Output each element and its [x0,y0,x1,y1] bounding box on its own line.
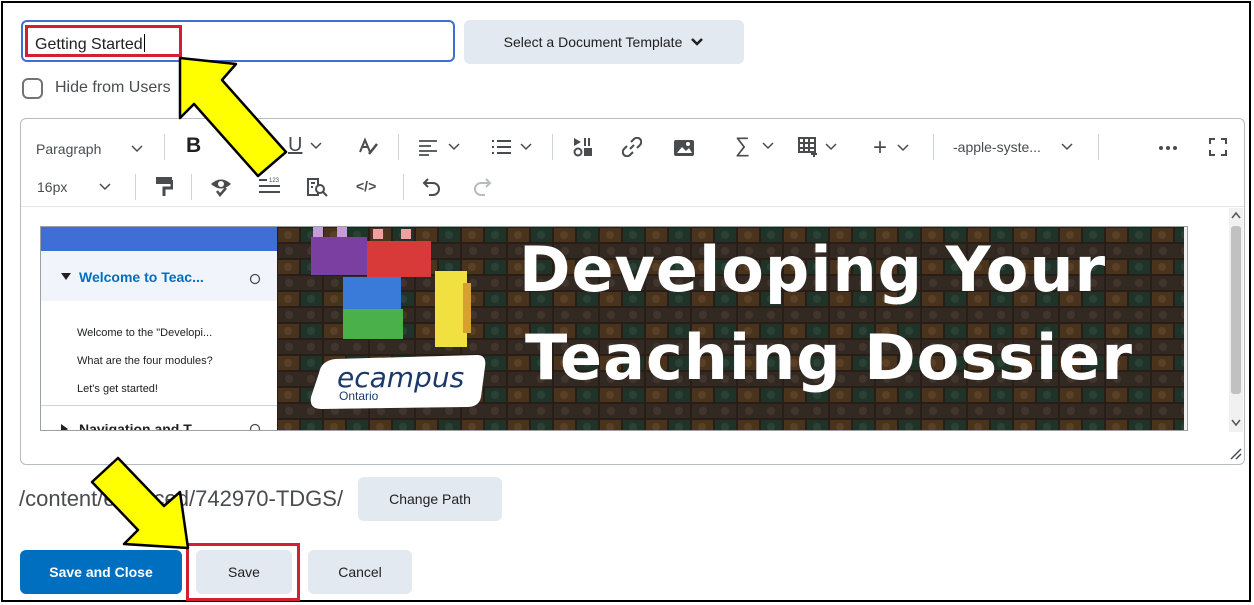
svg-text:123: 123 [269,178,280,184]
nav-item: What are the four modules? [77,355,213,367]
accessibility-checker-icon[interactable] [210,177,232,197]
align-dropdown[interactable] [418,138,460,156]
scroll-down-icon[interactable] [1229,416,1243,430]
chevron-down-icon [310,141,322,149]
nav-top-bar [41,227,277,251]
undo-icon[interactable] [422,176,442,196]
image-icon[interactable] [673,139,695,157]
content-inner-scrollbar-thumb[interactable] [1187,245,1188,277]
more-options-icon[interactable] [1158,145,1178,151]
nav-item: Let's get started! [77,383,158,395]
content-path: /content/enforced/742970-TDGS/ [19,486,343,512]
toolbar-separator [398,134,399,160]
banner-title-line2: Teaching Dossier [525,321,1133,394]
source-code-button[interactable]: </> [356,178,376,194]
format-painter-icon[interactable] [155,176,173,198]
insert-stuff-icon[interactable] [572,136,594,158]
course-banner: ecampus Ontario Developing Your Teaching… [277,227,1187,430]
toolbar-separator [135,174,136,200]
font-size-dropdown[interactable]: 16px [37,177,111,197]
title-highlight-box [25,25,182,57]
scroll-up-icon[interactable] [1186,229,1188,241]
caret-right-icon [61,424,68,430]
chevron-down-icon [520,143,532,151]
insert-dropdown[interactable]: + [873,134,909,162]
select-template-button[interactable]: Select a Document Template [464,20,744,64]
toolbar-separator [1098,134,1099,160]
underline-button[interactable]: U [288,134,322,157]
select-template-label: Select a Document Template [503,34,683,50]
hide-from-users-label: Hide from Users [55,79,171,96]
toolbar-separator [191,174,192,200]
cancel-button[interactable]: Cancel [308,550,412,594]
editor-content-image: Welcome to Teac... Welcome to the "Devel… [40,226,1188,431]
chevron-down-icon [131,145,143,153]
change-path-button[interactable]: Change Path [358,477,502,521]
redo-icon[interactable] [472,176,492,196]
word-count-icon[interactable]: 123 [258,176,282,196]
chevron-down-icon [691,38,704,46]
equation-dropdown[interactable]: ∑ [735,134,774,158]
font-family-dropdown[interactable]: -apple-syste... [953,139,1073,155]
chevron-down-icon [897,144,909,152]
banner-title-line1: Developing Your [519,233,1107,306]
chevron-down-icon [825,143,837,151]
chevron-down-icon [762,142,774,150]
toolbar-separator [552,134,553,160]
scroll-up-icon[interactable] [1229,208,1243,222]
editor-scrollbar[interactable] [1229,208,1243,432]
content-path-text: /content/enforced/742970-TDGS/ [19,486,344,511]
progress-circle-icon [249,423,261,430]
save-and-close-button[interactable]: Save and Close [20,550,182,594]
text-color-icon[interactable] [357,136,379,158]
content-inner-scrollbar[interactable] [1184,227,1188,430]
save-highlight-box [186,543,300,601]
nav-section-welcome-title: Welcome to Teac... [61,269,204,285]
nav-item: Welcome to the "Developi... [77,327,213,339]
progress-circle-icon [249,273,261,285]
ecampus-logo-subtext: Ontario [339,389,379,403]
nav-section-navigation-title: Navigation and T... [61,421,202,430]
hide-from-users-checkbox[interactable] [22,78,43,99]
chevron-down-icon [448,143,460,151]
paragraph-label: Paragraph [36,141,102,157]
toolbar-divider [21,206,1244,207]
list-dropdown[interactable] [490,138,532,156]
bold-button[interactable]: B [186,134,201,158]
preview-icon[interactable] [306,177,328,197]
editor-scrollbar-thumb[interactable] [1231,226,1241,394]
content-nav-panel: Welcome to Teac... Welcome to the "Devel… [41,227,277,430]
toolbar-separator [164,134,165,160]
font-family-label: -apple-syste... [953,139,1041,155]
fullscreen-icon[interactable] [1208,137,1228,157]
caret-down-icon [61,273,71,280]
chevron-down-icon [1061,143,1073,151]
toolbar-separator [403,174,404,200]
toolbar-separator [933,134,934,160]
resize-handle-icon[interactable] [1228,446,1242,460]
nav-item-list: Welcome to the "Developi... What are the… [77,319,213,403]
chevron-down-icon [99,183,111,191]
table-icon [798,137,817,157]
font-size-label: 16px [37,179,68,195]
bulleted-list-icon [492,140,511,154]
paragraph-dropdown[interactable]: Paragraph [36,137,143,161]
link-icon[interactable] [622,137,642,157]
nav-divider [41,405,277,406]
align-left-icon [419,140,437,156]
table-dropdown[interactable] [797,136,837,158]
